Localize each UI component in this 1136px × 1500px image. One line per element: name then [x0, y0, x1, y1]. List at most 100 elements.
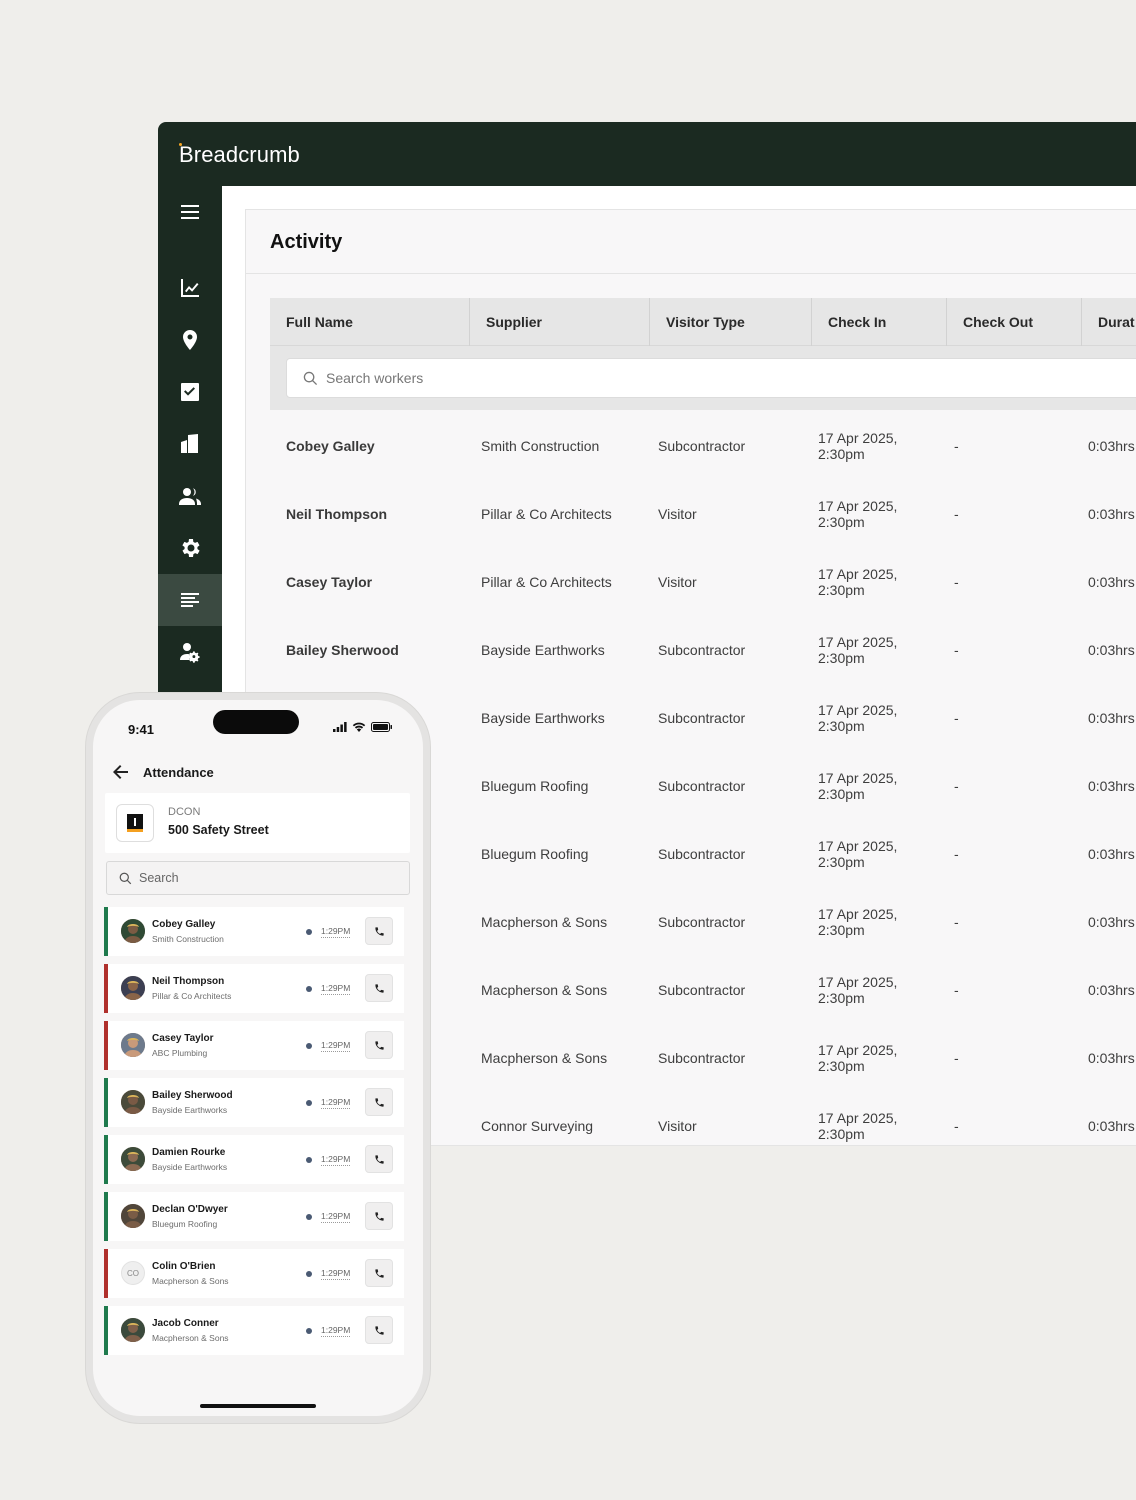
cell-check-out: -: [954, 846, 959, 862]
location-icon: [183, 330, 197, 350]
cell-check-in: 17 Apr 2025, 2:30pm: [818, 498, 898, 530]
avatar-photo: [121, 1147, 145, 1171]
column-header-supplier[interactable]: Supplier: [470, 298, 650, 346]
site-card[interactable]: DCON 500 Safety Street: [105, 793, 410, 853]
people-icon: [179, 488, 201, 505]
cell-check-in: 17 Apr 2025, 2:30pm: [818, 770, 898, 802]
list-item[interactable]: Bailey Sherwood Bayside Earthworks 1:29PM: [104, 1078, 404, 1127]
cell-check-out: -: [954, 642, 959, 658]
clock-dot-icon: [306, 986, 312, 992]
cell-duration: 0:03hrs: [1088, 778, 1135, 794]
avatar-photo: [121, 1204, 145, 1228]
worker-supplier: Bayside Earthworks: [152, 1105, 228, 1115]
page-title: Activity: [270, 231, 343, 253]
sidebar-item-people[interactable]: [158, 470, 222, 522]
cell-supplier: Bluegum Roofing: [481, 846, 589, 862]
check-in-time: 1:29PM: [321, 1040, 351, 1052]
list-item[interactable]: Neil Thompson Pillar & Co Architects 1:29P…: [104, 964, 404, 1013]
sidebar-item-analytics[interactable]: [158, 262, 222, 314]
menu-button[interactable]: [158, 186, 222, 238]
tasks-icon: [181, 383, 199, 401]
table-search-row: [270, 346, 1136, 410]
top-bar: Breadcrumb: [158, 122, 1136, 186]
cell-supplier: Connor Surveying: [481, 1118, 594, 1134]
wifi-icon: [352, 722, 366, 732]
sidebar-item-user-admin[interactable]: [158, 626, 222, 678]
list-item[interactable]: Declan O'Dwyer Bluegum Roofing 1:29PM: [104, 1192, 404, 1241]
worker-name: Jacob Conner: [152, 1318, 219, 1329]
cell-duration: 0:03hrs: [1088, 438, 1135, 454]
avatar: [121, 1204, 145, 1228]
cell-check-in: 17 Apr 2025, 2:30pm: [818, 1110, 898, 1142]
call-button[interactable]: [365, 974, 393, 1002]
home-indicator[interactable]: [200, 1404, 316, 1408]
user-admin-icon: [180, 643, 200, 663]
cell-supplier: Macpherson & Sons: [481, 1050, 608, 1066]
cell-check-out: -: [954, 1050, 959, 1066]
mobile-phone: 9:41 Attendance DCON 500 Safety Street C…: [86, 693, 430, 1423]
worker-name: Colin O'Brien: [152, 1261, 216, 1272]
sidebar-item-tasks[interactable]: [158, 366, 222, 418]
sidebar-item-activity[interactable]: [158, 574, 222, 626]
table-row[interactable]: Cobey Galley Smith Construction Subcontrac…: [270, 412, 1136, 480]
check-in-time: 1:29PM: [321, 1325, 351, 1337]
column-header-full-name[interactable]: Full Name: [270, 298, 470, 346]
table-header: Full Name Supplier Visitor Type Check In…: [270, 298, 1136, 346]
column-header-visitor-type[interactable]: Visitor Type: [650, 298, 812, 346]
attendance-list: Cobey Galley Smith Construction 1:29PM Neil…: [104, 907, 404, 1363]
sidebar-item-locations[interactable]: [158, 314, 222, 366]
call-button[interactable]: [365, 1031, 393, 1059]
check-in-time: 1:29PM: [321, 1268, 351, 1280]
cell-visitor-type: Subcontractor: [658, 1050, 746, 1066]
worker-supplier: Macpherson & Sons: [152, 1276, 229, 1286]
call-button[interactable]: [365, 1145, 393, 1173]
call-button[interactable]: [365, 1259, 393, 1287]
sidebar-item-settings[interactable]: [158, 522, 222, 574]
settings-icon: [182, 539, 200, 557]
call-button[interactable]: [365, 1088, 393, 1116]
table-row[interactable]: Neil Thompson Pillar & Co Architects Visit…: [270, 480, 1136, 548]
cell-visitor-type: Subcontractor: [658, 982, 746, 998]
cell-duration: 0:03hrs: [1088, 574, 1135, 590]
cell-visitor-type: Subcontractor: [658, 846, 746, 862]
cell-duration: 0:03hrs: [1088, 846, 1135, 862]
sidebar-item-buildings[interactable]: [158, 418, 222, 470]
avatar-photo: [121, 976, 145, 1000]
avatar: [121, 1033, 145, 1057]
mobile-search-input[interactable]: [139, 862, 389, 894]
table-row[interactable]: Casey Taylor Pillar & Co Architects Visito…: [270, 548, 1136, 616]
cell-supplier: Smith Construction: [481, 438, 600, 454]
column-header-duration[interactable]: Durat: [1082, 298, 1136, 346]
list-item[interactable]: Jacob Conner Macpherson & Sons 1:29PM: [104, 1306, 404, 1355]
cell-check-out: -: [954, 574, 959, 590]
cell-check-in: 17 Apr 2025, 2:30pm: [818, 1042, 898, 1074]
call-button[interactable]: [365, 1316, 393, 1344]
back-arrow-icon[interactable]: [113, 764, 129, 780]
phone-icon: [374, 1211, 384, 1221]
call-button[interactable]: [365, 917, 393, 945]
cell-check-in: 17 Apr 2025, 2:30pm: [818, 974, 898, 1006]
phone-icon: [374, 1154, 384, 1164]
column-header-check-in[interactable]: Check In: [812, 298, 947, 346]
cell-check-out: -: [954, 438, 959, 454]
list-item[interactable]: Cobey Galley Smith Construction 1:29PM: [104, 907, 404, 956]
list-item[interactable]: CO Colin O'Brien Macpherson & Sons 1:29PM: [104, 1249, 404, 1298]
cell-duration: 0:03hrs: [1088, 1118, 1135, 1134]
worker-supplier: Smith Construction: [152, 934, 224, 944]
column-header-check-out[interactable]: Check Out: [947, 298, 1082, 346]
call-button[interactable]: [365, 1202, 393, 1230]
list-item[interactable]: Casey Taylor ABC Plumbing 1:29PM: [104, 1021, 404, 1070]
app-header: Attendance: [113, 762, 214, 782]
cell-check-in: 17 Apr 2025, 2:30pm: [818, 702, 898, 734]
table-row[interactable]: Bailey Sherwood Bayside Earthworks Subcont…: [270, 616, 1136, 684]
avatar: [121, 1090, 145, 1114]
cell-full-name: Neil Thompson: [286, 506, 388, 522]
clock-dot-icon: [306, 1271, 312, 1277]
clock-dot-icon: [306, 1214, 312, 1220]
list-item[interactable]: Damien Rourke Bayside Earthworks 1:29PM: [104, 1135, 404, 1184]
phone-icon: [374, 1325, 384, 1335]
brand-logo[interactable]: Breadcrumb: [179, 142, 300, 168]
worker-supplier: Bluegum Roofing: [152, 1219, 218, 1229]
search-workers-input[interactable]: [326, 359, 1026, 397]
cell-check-out: -: [954, 914, 959, 930]
